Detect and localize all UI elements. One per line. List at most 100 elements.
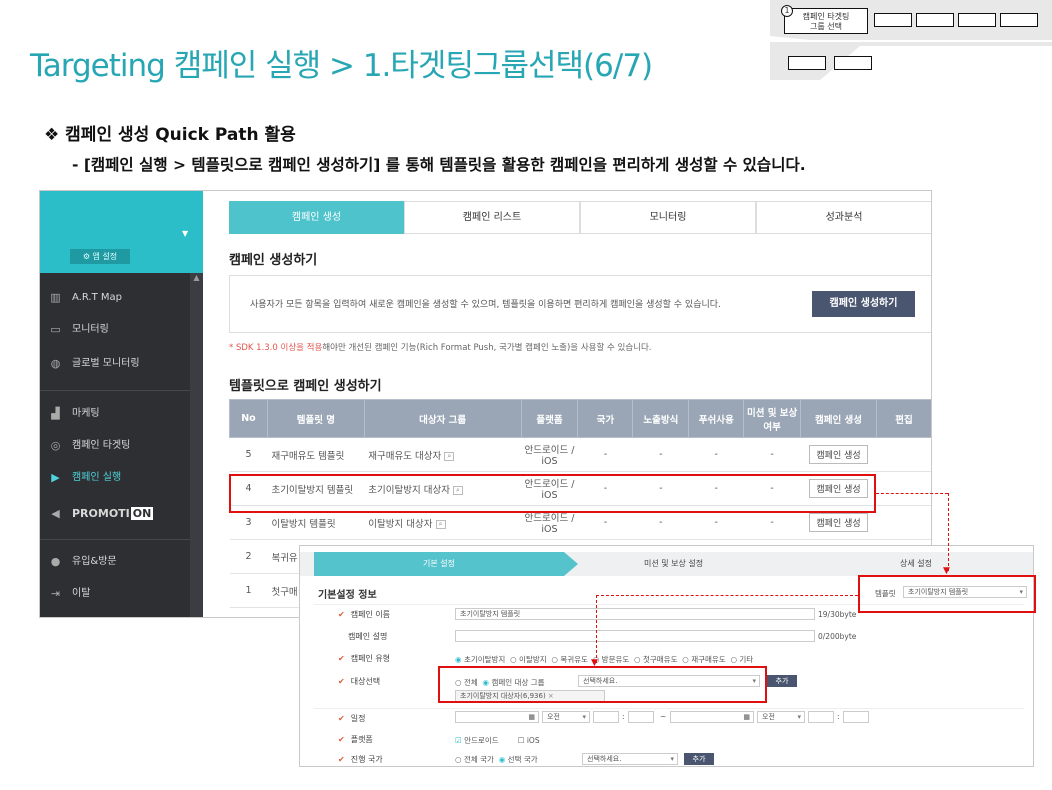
bar-chart-icon: ▟ [51,407,60,420]
sidebar-divider [40,539,190,540]
sidebar-item-inflow[interactable]: ● 유입&방문 [40,547,190,577]
label-platform: ✔ 플랫폼 [338,734,373,745]
end-date-input[interactable]: ▦ [670,711,754,723]
start-ampm-select[interactable]: 오전 ▾ [542,711,590,723]
sidebar-item-campaign-targeting[interactable]: ◎ 캠페인 타겟팅 [40,431,190,461]
chart-icon: ▥ [50,291,61,304]
start-date-input[interactable]: ▦ [455,711,539,723]
step-mission-reward[interactable]: 미션 및 보상 설정 [644,552,703,576]
sidebar-item-label: 캠페인 실행 [72,472,122,483]
time-colon: : [837,712,840,721]
tab-monitoring[interactable]: 모니터링 [580,201,756,234]
cell-template-name: 재구매유도 템플릿 [267,437,365,472]
sidebar: ▼ ⚙ 앱 설정 ▥ A.R.T Map ▭ 모니터링 ◍ 글로벌 모니터링 ▟ 마케팅… [40,191,203,617]
label-text: 캠페인 이름 [350,610,391,619]
nav-step-box [916,13,954,27]
select-placeholder: 선택하세요. [587,755,622,763]
label-text: 일정 [350,714,366,723]
cell-push: - [688,437,744,472]
sidebar-scrollbar[interactable]: ▲ [190,273,203,617]
radio-label: 첫구매유도 [642,655,678,664]
calendar-icon[interactable]: ▦ [528,712,535,722]
column-header: 대상자 그룹 [363,399,522,438]
sidebar-item-label: PROMOTI [72,507,130,520]
step-detail-settings[interactable]: 상세 설정 [900,552,932,576]
chevron-down-icon: ▾ [670,755,674,763]
play-icon: ▶ [51,471,60,484]
end-minute-input[interactable] [843,711,869,723]
calendar-icon[interactable]: ▦ [743,712,750,722]
cell-country: - [577,437,633,472]
campaign-name-input[interactable]: 초기이탈방지 템플릿 [455,608,815,620]
radio-selected-icon[interactable]: ◉ [455,655,462,664]
country-select[interactable]: 선택하세요. ▾ [582,753,678,765]
cell-target-group: 재구매유도 대상자 ⌕ [364,437,522,472]
end-hour-input[interactable] [808,711,834,723]
sidebar-app-header: ▼ ⚙ 앱 설정 [40,191,203,273]
chevron-down-icon: ▾ [797,713,801,721]
promotion-on-badge: ON [130,507,154,520]
cell-no: 2 [229,539,268,574]
chevron-down-icon[interactable]: ▼ [182,229,188,238]
cell-platform: 안드로이드 / iOS [521,437,578,472]
highlight-template-select [858,575,1036,613]
label-text: 대상선택 [350,677,381,686]
sidebar-divider [40,390,190,391]
search-icon[interactable]: ⌕ [444,451,455,461]
connector-line [876,493,948,494]
nav-step-number: 1 [781,5,793,17]
tab-campaign-list[interactable]: 캠페인 리스트 [404,201,580,234]
sidebar-item-global-monitoring[interactable]: ◍ 글로벌 모니터링 [40,349,190,379]
sidebar-item-marketing[interactable]: ▟ 마케팅 [40,399,190,429]
label-text: 캠페인 유형 [350,654,391,663]
create-from-template-button[interactable]: 캠페인 생성 [809,513,868,532]
label-text: 플랫폼 [350,735,373,744]
tab-campaign-create[interactable]: 캠페인 생성 [229,201,404,234]
sidebar-item-campaign-run[interactable]: ▶ 캠페인 실행 [40,463,190,493]
nav-step-label-2: 그룹 선택 [810,22,842,31]
label-campaign-type: ✔ 캠페인 유형 [338,653,390,664]
cell-edit [876,471,931,506]
end-ampm-select[interactable]: 오전 ▾ [757,711,805,723]
label-target-select: ✔ 대상선택 [338,676,380,687]
checkbox-icon[interactable]: ☐ [518,736,525,745]
sidebar-item-promotion[interactable]: ◀ PROMOTI ON [40,499,190,529]
sidebar-item-art-map[interactable]: ▥ A.R.T Map [40,283,190,313]
radio-label: 초기이탈방지 [463,655,506,664]
label-campaign-desc: 캠페인 설명 [348,632,388,641]
create-campaign-button[interactable]: 캠페인 생성하기 [812,291,915,317]
step-basic-settings[interactable]: 기본 설정 [314,552,564,576]
checkbox-checked-icon[interactable]: ☑ [455,736,462,745]
radio-label: 기타 [739,655,754,664]
tab-performance[interactable]: 성과분석 [756,201,931,234]
create-section-title: 캠페인 생성하기 [229,253,318,268]
sidebar-item-label: 이탈 [72,588,91,599]
connector-line [948,493,949,571]
sidebar-item-monitoring[interactable]: ▭ 모니터링 [40,315,190,345]
sdk-note-text: 해야만 개선된 캠페인 기능(Rich Format Push, 국가별 캠페인… [322,343,652,353]
sidebar-item-label: 글로벌 모니터링 [72,358,140,369]
app-settings-button[interactable]: ⚙ 앱 설정 [70,249,130,264]
campaign-type-radios: ◉ 초기이탈방지 ○ 이탈방지 ○ 복귀유도 ○ 방문유도 ○ 첫구매유도 ○ … [455,655,754,664]
slide-title: Targeting 캠페인 실행 > 1.타겟팅그룹선택(6/7) [30,48,653,84]
sidebar-item-label: 캠페인 타겟팅 [72,440,131,451]
name-byte-count: 19/30byte [818,610,857,619]
chevron-down-icon: ▾ [582,713,586,721]
start-minute-input[interactable] [628,711,654,723]
scroll-up-icon[interactable]: ▲ [190,273,203,282]
sidebar-item-churn[interactable]: ⇥ 이탈 [40,579,190,609]
search-icon[interactable]: ⌕ [435,519,446,529]
desc-byte-count: 0/200byte [818,632,857,641]
campaign-desc-input[interactable] [455,630,815,642]
country-add-button[interactable]: 추가 [684,753,714,765]
check-icon: ✔ [338,610,345,619]
nav-step-box [874,13,912,27]
target-add-button[interactable]: 추가 [767,675,797,687]
column-header: 국가 [577,399,634,438]
sidebar-item-label: A.R.T Map [72,292,123,303]
bullet-description: - [캠페인 실행 > 템플릿으로 캠페인 생성하기] 를 통해 템플릿을 활용… [72,156,806,174]
start-hour-input[interactable] [593,711,619,723]
label-campaign-name: ✔ 캠페인 이름 [338,609,390,620]
radio-selected-icon[interactable]: ◉ [499,755,506,764]
create-from-template-button[interactable]: 캠페인 생성 [809,445,868,464]
